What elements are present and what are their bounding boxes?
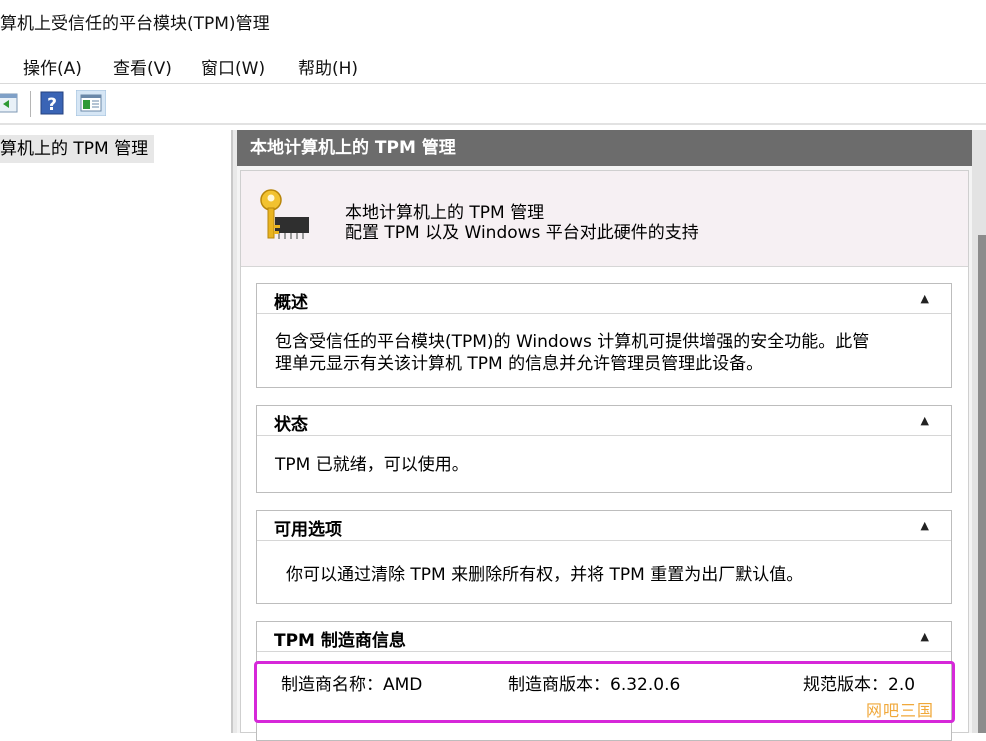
section-overview-title: 概述 (274, 293, 308, 313)
menu-window[interactable]: 窗口(W) (201, 54, 265, 79)
section-options-title: 可用选项 (274, 520, 342, 540)
key-chip-icon (257, 187, 317, 247)
options-text: 你可以通过清除 TPM 来删除所有权，并将 TPM 重置为出厂默认值。 (286, 565, 804, 585)
menu-bar: 操作(A) 查看(V) 窗口(W) 帮助(H) (0, 48, 986, 82)
toolbar-separator (30, 91, 31, 117)
show-pane-icon[interactable] (75, 89, 107, 117)
banner-subtitle: 配置 TPM 以及 Windows 平台对此硬件的支持 (345, 223, 699, 243)
status-text: TPM 已就绪，可以使用。 (275, 455, 469, 475)
watermark: 网吧三国 (866, 701, 935, 720)
banner: 本地计算机上的 TPM 管理 配置 TPM 以及 Windows 平台对此硬件的… (241, 171, 968, 267)
menu-view[interactable]: 查看(V) (113, 54, 172, 79)
content-pane: 本地计算机上的 TPM 管理 本地计算机上的 TPM 管理 配置 TPM 以及 … (237, 130, 972, 741)
back-icon[interactable] (0, 90, 20, 116)
section-manufacturer-header[interactable]: TPM 制造商信息 ▲ (257, 622, 951, 652)
title-bar: 算机上受信任的平台模块(TPM)管理 (0, 0, 986, 42)
menu-action[interactable]: 操作(A) (23, 54, 82, 79)
toolbar: ? (0, 84, 986, 124)
section-options-header[interactable]: 可用选项 ▲ (257, 511, 951, 541)
menu-help[interactable]: 帮助(H) (298, 54, 358, 79)
section-options: 可用选项 ▲ 你可以通过清除 TPM 来删除所有权，并将 TPM 重置为出厂默认… (256, 510, 952, 604)
section-status-title: 状态 (274, 415, 308, 435)
help-icon[interactable]: ? (40, 90, 64, 116)
collapse-icon[interactable]: ▲ (921, 519, 929, 532)
tree-pane: 算机上的 TPM 管理 (0, 130, 233, 733)
highlight-box (254, 661, 955, 723)
content-header: 本地计算机上的 TPM 管理 (237, 130, 972, 166)
section-manufacturer-title: TPM 制造商信息 (274, 631, 406, 651)
action-pane-scroll-strip[interactable] (978, 235, 986, 733)
section-overview: 概述 ▲ 包含受信任的平台模块(TPM)的 Windows 计算机可提供增强的安… (256, 283, 952, 388)
collapse-icon[interactable]: ▲ (921, 292, 929, 305)
section-status: 状态 ▲ TPM 已就绪，可以使用。 (256, 405, 952, 493)
window-title: 算机上受信任的平台模块(TPM)管理 (0, 14, 270, 34)
toolbar-bottom-border (0, 123, 986, 125)
overview-text-line-1: 包含受信任的平台模块(TPM)的 Windows 计算机可提供增强的安全功能。此… (275, 332, 870, 352)
collapse-icon[interactable]: ▲ (921, 414, 929, 427)
overview-text-line-2: 理单元显示有关该计算机 TPM 的信息并允许管理员管理此设备。 (275, 354, 764, 374)
section-status-header[interactable]: 状态 ▲ (257, 406, 951, 436)
tree-item-tpm-management[interactable]: 算机上的 TPM 管理 (0, 135, 155, 163)
section-overview-header[interactable]: 概述 ▲ (257, 284, 951, 314)
collapse-icon[interactable]: ▲ (921, 630, 929, 643)
svg-text:?: ? (47, 95, 57, 115)
action-pane-edge (972, 130, 986, 733)
content-body: 本地计算机上的 TPM 管理 配置 TPM 以及 Windows 平台对此硬件的… (240, 170, 969, 741)
